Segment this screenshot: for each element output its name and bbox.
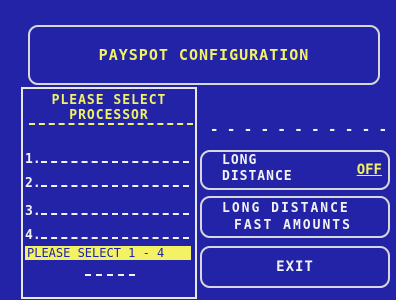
long-distance-state: OFF bbox=[356, 162, 382, 178]
selection-prompt: PLEASE SELECT 1 - 4 bbox=[25, 246, 191, 260]
dialog-title: PLEASE SELECT PROCESSOR bbox=[23, 93, 195, 123]
field-line bbox=[41, 203, 189, 215]
page-title: PAYSPOT CONFIGURATION bbox=[98, 46, 310, 64]
long-distance-button[interactable]: LONG DISTANCE OFF bbox=[200, 150, 390, 190]
field-number: 4. bbox=[25, 228, 41, 243]
dialog-separator bbox=[29, 123, 193, 125]
entry-field[interactable] bbox=[85, 274, 135, 276]
processor-field-1[interactable]: 1. bbox=[25, 151, 189, 167]
fast-amounts-button[interactable]: LONG DISTANCE FAST AMOUNTS bbox=[200, 196, 390, 238]
field-number: 3. bbox=[25, 204, 41, 219]
field-line bbox=[41, 227, 189, 239]
dialog-title-line1: PLEASE SELECT bbox=[51, 93, 167, 108]
field-number: 1. bbox=[25, 152, 41, 167]
separator-dashes: - - - - - - - - - - - - - - - - - - bbox=[210, 122, 390, 138]
exit-label: EXIT bbox=[276, 259, 314, 275]
processor-field-4[interactable]: 4. bbox=[25, 227, 189, 243]
field-number: 2. bbox=[25, 176, 41, 191]
dialog-title-line2: PROCESSOR bbox=[69, 108, 149, 123]
long-distance-label-line2: DISTANCE bbox=[222, 169, 293, 184]
fast-amounts-label-line2: FAST AMOUNTS bbox=[234, 218, 352, 233]
field-line bbox=[41, 151, 189, 163]
long-distance-label-line1: LONG bbox=[222, 153, 258, 168]
processor-field-2[interactable]: 2. bbox=[25, 175, 189, 191]
exit-button[interactable]: EXIT bbox=[200, 246, 390, 288]
field-line bbox=[41, 175, 189, 187]
fast-amounts-label-line1: LONG DISTANCE bbox=[222, 201, 350, 216]
processor-dialog: PLEASE SELECT PROCESSOR 1. 2. 3. 4. PLEA… bbox=[21, 87, 197, 299]
title-panel: PAYSPOT CONFIGURATION bbox=[28, 25, 380, 85]
processor-field-3[interactable]: 3. bbox=[25, 203, 189, 219]
